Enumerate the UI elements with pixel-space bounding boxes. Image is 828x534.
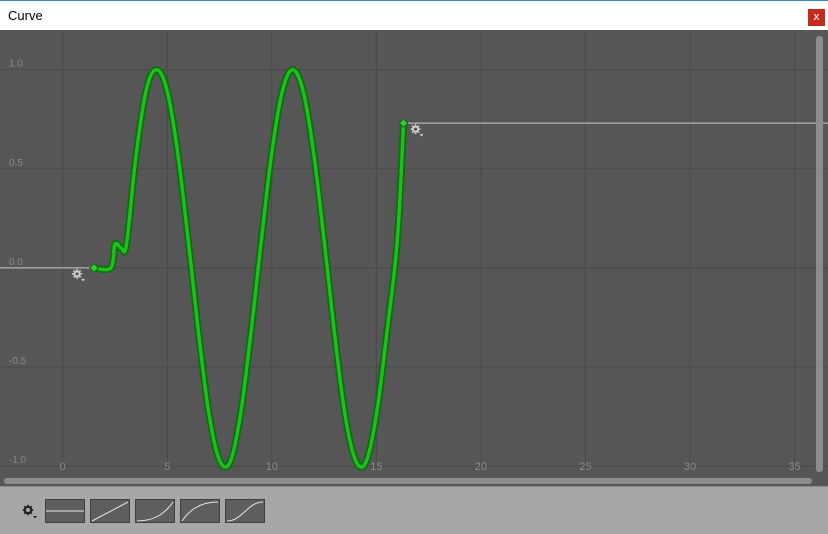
y-tick-label: 0.0 bbox=[9, 257, 23, 268]
x-tick-label: 5 bbox=[164, 461, 170, 473]
y-tick-label: 1.0 bbox=[9, 59, 23, 70]
curve-window: Curve x 0 5 10 15 20 25 30 35 1.0 0.5 0.0 -0.5 -1.0 bbox=[0, 0, 828, 534]
preset-ease-in-out-icon bbox=[226, 501, 264, 522]
y-tick-label: -1.0 bbox=[9, 455, 27, 466]
x-tick-label: 15 bbox=[370, 461, 382, 473]
preset-ease-in-button[interactable] bbox=[135, 499, 175, 523]
close-button[interactable]: x bbox=[808, 9, 825, 26]
window-title: Curve bbox=[8, 8, 43, 23]
x-tick-label: 35 bbox=[788, 461, 800, 473]
preset-constant-button[interactable] bbox=[45, 499, 85, 523]
curve-plot-area[interactable]: 0 5 10 15 20 25 30 35 1.0 0.5 0.0 -0.5 -1.0 bbox=[0, 30, 828, 486]
horizontal-scrollbar-thumb[interactable] bbox=[4, 478, 812, 484]
preset-constant-icon bbox=[46, 510, 84, 512]
title-bar[interactable]: Curve x bbox=[0, 0, 828, 30]
y-tick-label: 0.5 bbox=[9, 158, 23, 169]
preset-ease-in-icon bbox=[136, 501, 174, 522]
x-tick-label: 20 bbox=[475, 461, 487, 473]
preset-ease-out-icon bbox=[181, 501, 219, 522]
x-tick-label: 25 bbox=[579, 461, 591, 473]
gear-icon[interactable] bbox=[22, 504, 38, 520]
y-tick-label: -0.5 bbox=[9, 356, 27, 367]
vertical-scrollbar[interactable] bbox=[816, 36, 823, 472]
preset-ease-out-button[interactable] bbox=[180, 499, 220, 523]
horizontal-scrollbar[interactable] bbox=[4, 478, 812, 484]
x-tick-label: 10 bbox=[266, 461, 278, 473]
curve-chart[interactable]: 0 5 10 15 20 25 30 35 1.0 0.5 0.0 -0.5 -1.0 bbox=[0, 30, 828, 486]
x-tick-label: 0 bbox=[60, 461, 66, 473]
preset-linear-button[interactable] bbox=[90, 499, 130, 523]
preset-linear-icon bbox=[91, 501, 129, 522]
preset-ease-in-out-button[interactable] bbox=[225, 499, 265, 523]
gear-pre-wrap-icon[interactable] bbox=[72, 268, 86, 282]
preset-bar bbox=[0, 486, 828, 534]
x-tick-label: 30 bbox=[684, 461, 696, 473]
gear-post-wrap-icon[interactable] bbox=[410, 124, 424, 137]
